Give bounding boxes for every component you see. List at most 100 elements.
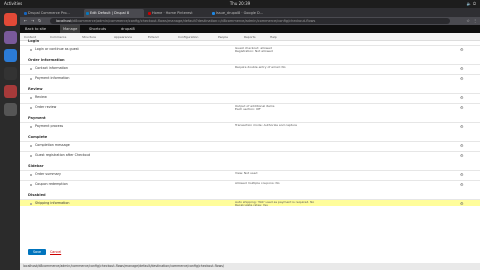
browser-tab[interactable]: Issue_drupal8 · Google D... [210, 9, 270, 17]
drag-handle-icon[interactable] [30, 48, 32, 51]
url-host: localhost [56, 19, 72, 23]
browser-tab[interactable]: Drupal Commerce Pro... [22, 9, 82, 17]
gear-icon[interactable]: ⚙ [460, 105, 464, 110]
pane-summary: Auto shipping: 'Not' used as payment is … [235, 199, 315, 207]
gear-icon[interactable]: ⚙ [460, 201, 464, 206]
pane-summary: Output of additional items Each section:… [235, 103, 275, 111]
pane-row[interactable]: Login or continue as guest Guest checkout… [20, 45, 480, 52]
settings-icon[interactable] [3, 85, 17, 98]
system-tray[interactable]: 🔈 ⏻ [467, 0, 476, 8]
address-bar[interactable]: localhost/d8commerce/admin/commerce/conf… [50, 18, 450, 24]
pane-row[interactable]: Contact information Require double entry … [20, 64, 480, 71]
pane-row[interactable]: Shipping information Auto shipping: 'Not'… [20, 199, 480, 206]
gear-icon[interactable]: ⚙ [460, 76, 464, 81]
browser-window: Drupal Commerce Pro... Edit Default | Dru… [20, 8, 480, 270]
pane-row[interactable]: Order review Output of additional items E… [20, 103, 480, 110]
menu-icon[interactable]: ⋮ [473, 18, 477, 24]
desktop-top-bar: Activities Thu 20:39 🔈 ⏻ [0, 0, 480, 8]
url-toolbar: ← → ↻ localhost/d8commerce/admin/commerc… [20, 17, 480, 25]
gear-icon[interactable]: ⚙ [460, 124, 464, 129]
pane-name: Order summary [35, 172, 61, 176]
pane-name: Shipping information [35, 201, 70, 205]
pane-row[interactable]: Review ⚙ [20, 93, 480, 100]
drag-handle-icon[interactable] [30, 67, 32, 70]
apps-icon[interactable] [3, 103, 17, 116]
favicon-icon [211, 11, 215, 15]
drag-handle-icon[interactable] [30, 202, 32, 205]
drag-handle-icon[interactable] [30, 96, 32, 99]
section-title: Payment [28, 116, 46, 120]
drag-handle-icon[interactable] [30, 154, 32, 157]
tab-label: Issue_drupal8 · Google D... [216, 11, 264, 15]
favicon-icon [85, 11, 89, 15]
gear-icon[interactable]: ⚙ [460, 182, 464, 187]
admin-menu-item[interactable]: People [218, 33, 228, 41]
admin-menu-item[interactable]: Appearance [114, 33, 132, 41]
gear-icon[interactable]: ⚙ [460, 172, 464, 177]
pane-name: Payment information [35, 76, 70, 80]
files-icon[interactable] [3, 31, 17, 44]
checkout-flow-form: Login Login or continue as guest Guest che… [20, 39, 480, 256]
browser-tab[interactable]: Edit Default | Drupal 8 [84, 9, 144, 17]
vscode-icon[interactable] [3, 49, 17, 62]
dock [0, 8, 20, 270]
tab-label: Home · Home Pinterest [152, 11, 193, 15]
pane-name: Contact information [35, 66, 68, 70]
save-button[interactable]: Save [28, 249, 46, 255]
pane-row[interactable]: Order summary View: Not used ⚙ [20, 170, 480, 177]
clock[interactable]: Thu 20:39 [230, 0, 250, 8]
admin-menu-item[interactable]: Extend [148, 33, 159, 41]
drag-handle-icon[interactable] [30, 106, 32, 109]
pane-summary: Allowed multiple coupons: No [235, 180, 280, 185]
pane-name: Completion message [35, 143, 70, 147]
admin-menu-item[interactable]: Structure [82, 33, 96, 41]
section-title: Order information [28, 58, 65, 62]
pane-row[interactable]: Completion message ⚙ [20, 141, 480, 148]
pane-row[interactable]: Guest registration after Checkout ⚙ [20, 151, 480, 158]
gear-icon[interactable]: ⚙ [460, 143, 464, 148]
admin-menu-item[interactable]: Commerce [50, 33, 66, 41]
pane-summary: View: Not used [235, 170, 258, 175]
gear-icon[interactable]: ⚙ [460, 66, 464, 71]
forward-arrow-icon[interactable]: → [31, 18, 34, 24]
drag-handle-icon[interactable] [30, 77, 32, 80]
pane-name: Review [35, 95, 47, 99]
shortcuts-tab[interactable]: Shortcuts [86, 25, 109, 33]
favicon-icon [23, 11, 27, 15]
chrome-icon[interactable] [3, 13, 17, 26]
pane-name: Order review [35, 105, 57, 109]
back-to-site-link[interactable]: Back to site [22, 25, 49, 33]
pane-summary: Transaction mode: Authorize and capture [235, 122, 297, 127]
activities-button[interactable]: Activities [4, 0, 22, 8]
pane-name: Coupon redemption [35, 182, 68, 186]
reload-icon[interactable]: ↻ [38, 18, 41, 24]
status-bar-url: localhost/d8commerce/admin/commerce/conf… [20, 263, 480, 270]
drag-handle-icon[interactable] [30, 183, 32, 186]
gear-icon[interactable]: ⚙ [460, 47, 464, 52]
drag-handle-icon[interactable] [30, 125, 32, 128]
star-icon[interactable]: ☆ [466, 18, 470, 24]
gear-icon[interactable]: ⚙ [460, 95, 464, 100]
pane-row[interactable]: Payment process Transaction mode: Authori… [20, 122, 480, 129]
manage-tab[interactable]: Manage [60, 25, 81, 33]
pane-summary: Require double entry of email: No [235, 64, 286, 69]
admin-menu-item[interactable]: Reports [244, 33, 256, 41]
section-title: Complete [28, 135, 48, 139]
cancel-link[interactable]: Cancel [50, 249, 61, 255]
drag-handle-icon[interactable] [30, 173, 32, 176]
pane-row[interactable]: Coupon redemption Allowed multiple coupon… [20, 180, 480, 187]
admin-menu-item[interactable]: Help [270, 33, 277, 41]
section-title: Sidebar [28, 164, 44, 168]
pane-row[interactable]: Payment information ⚙ [20, 74, 480, 81]
pane-name: Login or continue as guest [35, 47, 79, 51]
pane-name: Payment process [35, 124, 64, 128]
tab-label: Drupal Commerce Pro... [28, 11, 70, 15]
back-arrow-icon[interactable]: ← [24, 18, 27, 24]
browser-tab[interactable]: Home · Home Pinterest [146, 9, 206, 17]
pane-summary: Guest checkout: allowed Registration: No… [235, 45, 273, 53]
admin-menu-item[interactable]: Configuration [178, 33, 198, 41]
user-tab[interactable]: drupal8 [118, 25, 138, 33]
drag-handle-icon[interactable] [30, 144, 32, 147]
gear-icon[interactable]: ⚙ [460, 153, 464, 158]
terminal-icon[interactable] [3, 67, 17, 80]
